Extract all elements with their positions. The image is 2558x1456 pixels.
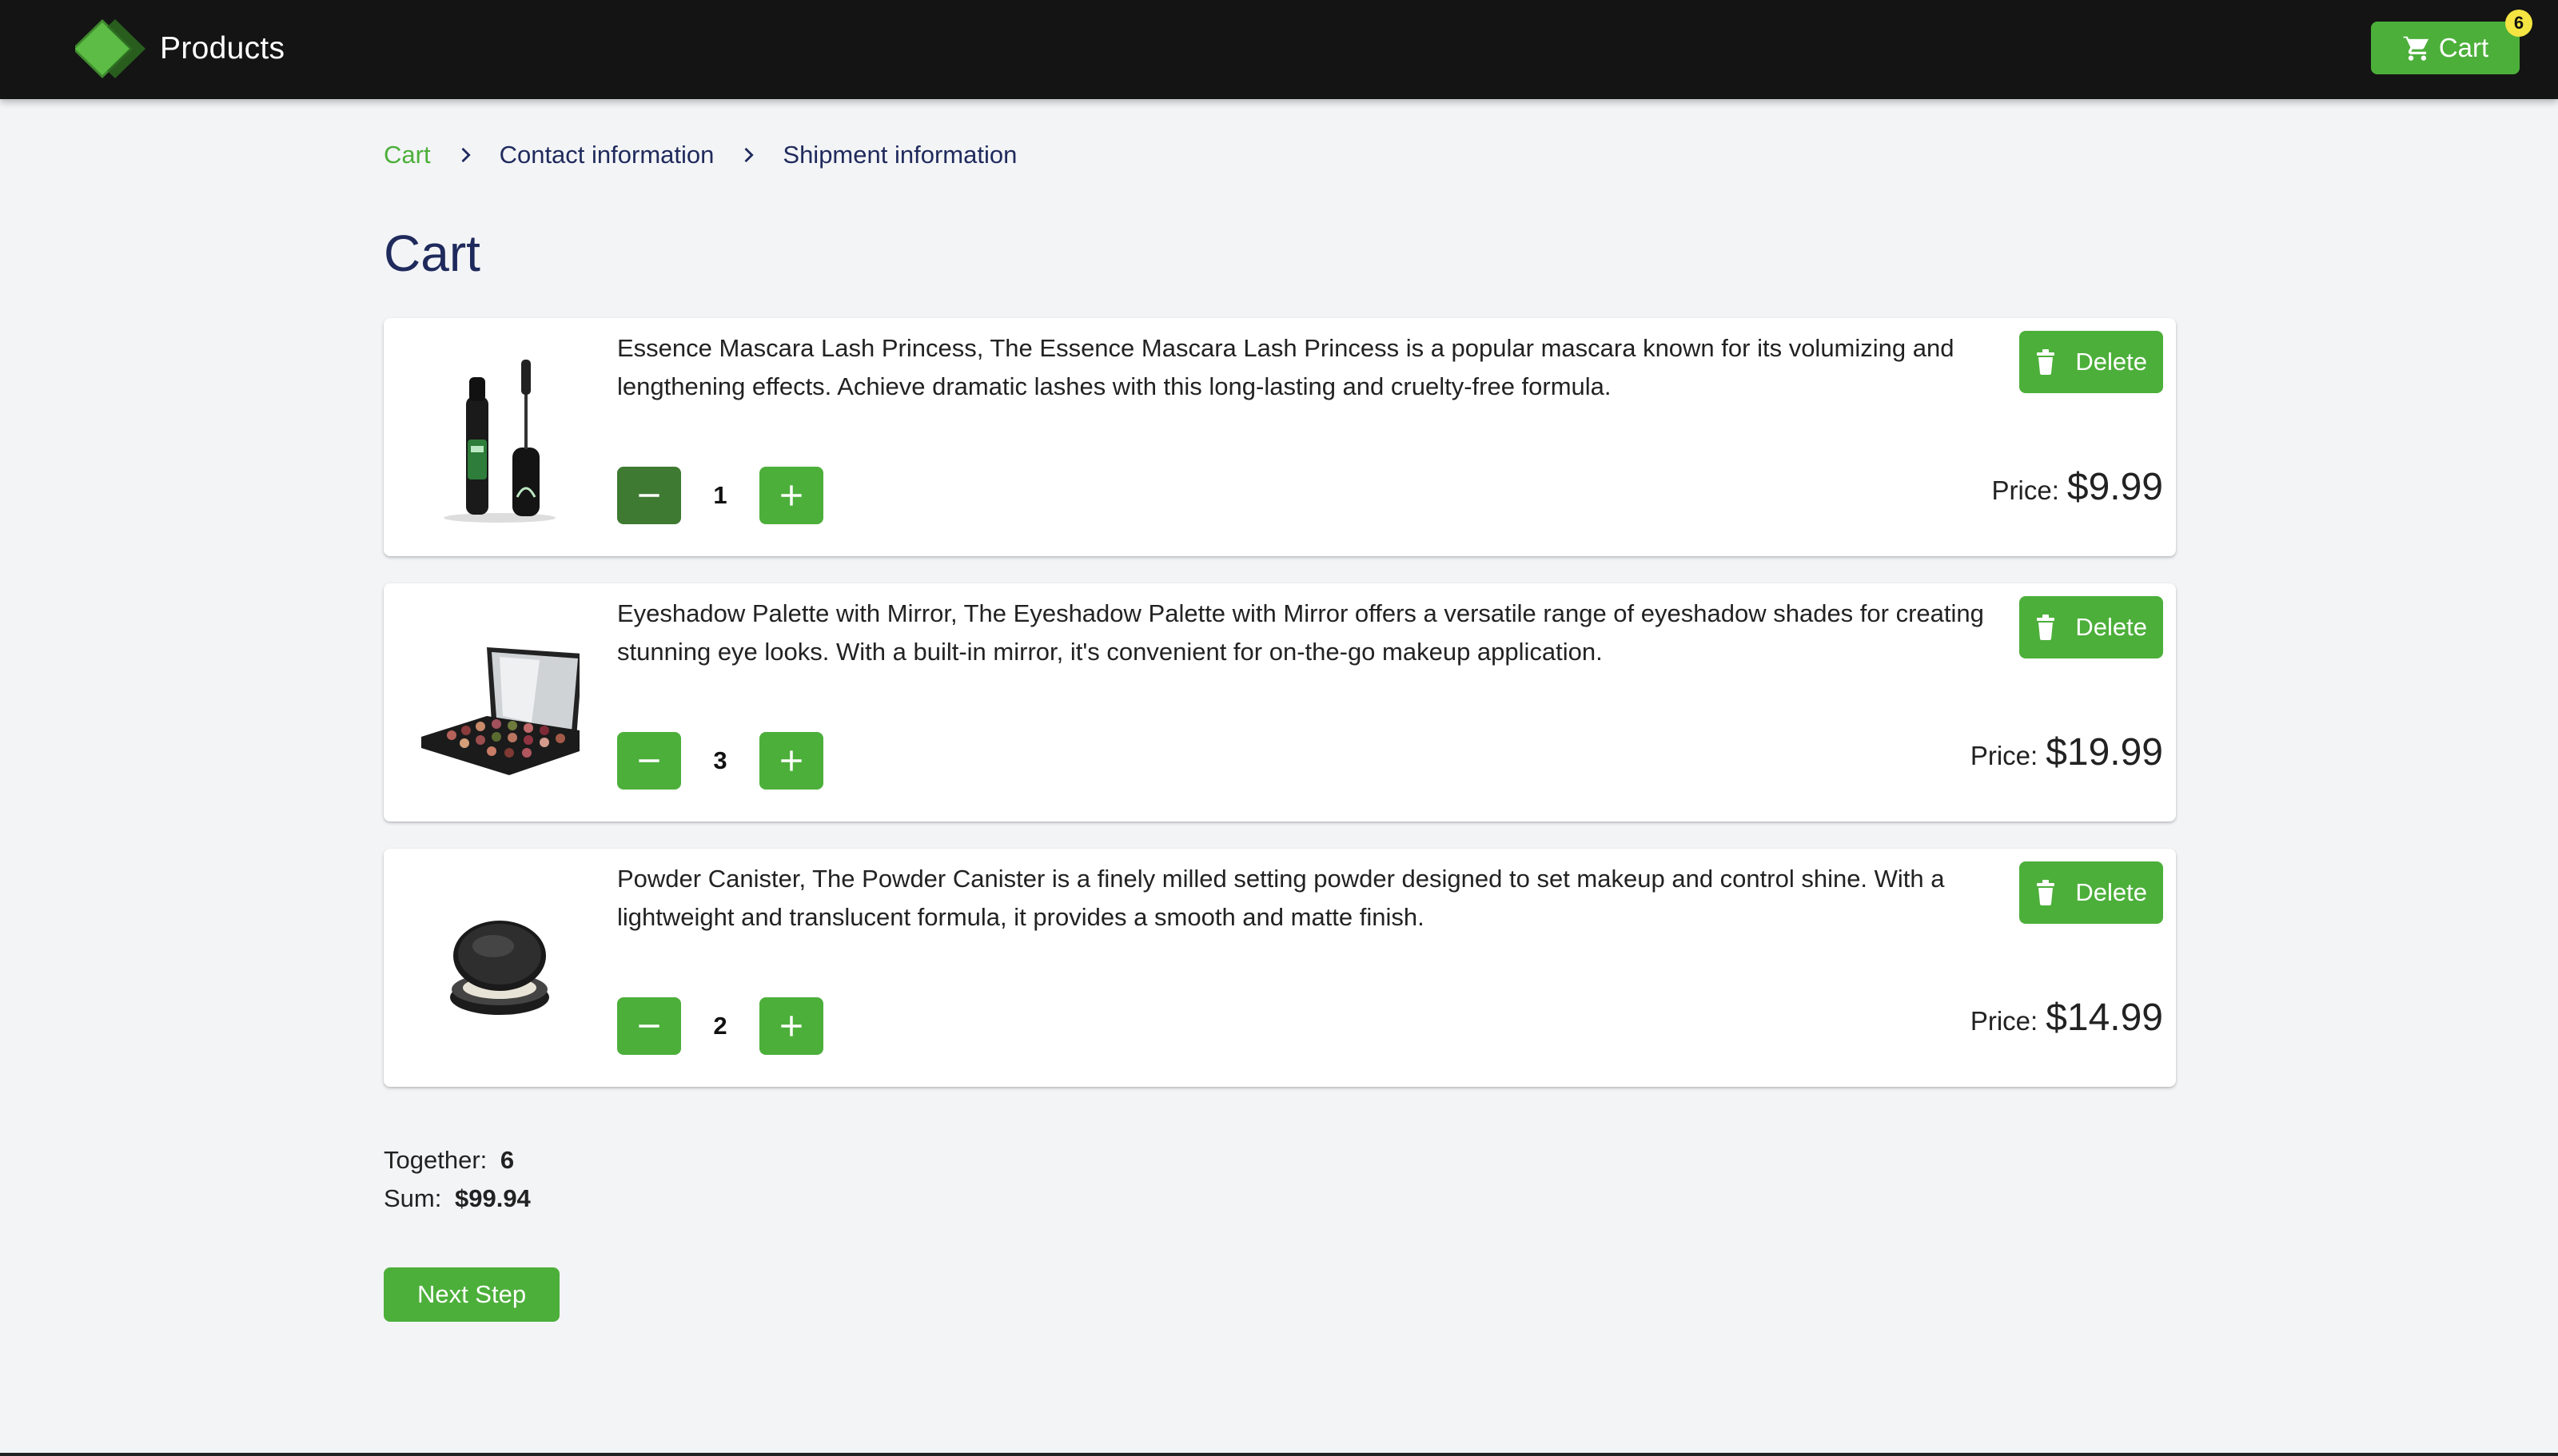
cart-button[interactable]: Cart — [2371, 22, 2520, 74]
quantity-stepper: 1 — [617, 467, 823, 524]
delete-item-button[interactable]: Delete — [2019, 331, 2163, 393]
delete-label: Delete — [2075, 878, 2147, 906]
breadcrumb-shipment-information[interactable]: Shipment information — [783, 141, 1017, 169]
decrease-quantity-button[interactable] — [617, 732, 681, 790]
price-amount: $9.99 — [2066, 466, 2163, 508]
trash-icon — [2037, 349, 2055, 375]
product-image — [416, 607, 584, 798]
together-label: Together: — [384, 1146, 488, 1174]
cart-item: Eyeshadow Palette with Mirror, The Eyesh… — [384, 583, 2176, 821]
breadcrumb-contact-information[interactable]: Contact information — [500, 141, 715, 169]
quantity-value: 3 — [713, 746, 727, 774]
mascara-image — [444, 360, 556, 523]
delete-item-button[interactable]: Delete — [2019, 861, 2163, 924]
product-image — [416, 873, 584, 1063]
eyeshadow-palette-image — [421, 647, 580, 775]
increase-quantity-button[interactable] — [759, 997, 823, 1055]
sum-label: Sum: — [384, 1184, 442, 1212]
sum-value: $99.94 — [454, 1184, 531, 1212]
price-label: Price: — [1991, 475, 2059, 505]
price-amount: $14.99 — [2046, 997, 2163, 1039]
product-description: Eyeshadow Palette with Mirror, The Eyesh… — [617, 599, 1984, 666]
cart-item-list: Essence Mascara Lash Princess, The Essen… — [384, 318, 2176, 1114]
minus-icon — [639, 759, 659, 762]
checkout-breadcrumb: Cart Contact information Shipment inform… — [384, 141, 1017, 169]
products-home-link[interactable]: Products — [75, 18, 285, 80]
product-description: Essence Mascara Lash Princess, The Essen… — [617, 334, 1954, 400]
cart-item: Powder Canister, The Powder Canister is … — [384, 849, 2176, 1087]
increase-quantity-button[interactable] — [759, 732, 823, 790]
product-image — [416, 342, 584, 532]
item-price: Price: $9.99 — [1992, 465, 2163, 509]
item-price: Price: $19.99 — [1970, 730, 2163, 774]
delete-label: Delete — [2075, 348, 2147, 376]
chevron-right-icon — [736, 143, 760, 167]
plus-icon — [781, 485, 802, 506]
cart-count-badge: 6 — [2505, 10, 2532, 37]
cart-totals: Together: 6 Sum: $99.94 — [384, 1141, 531, 1218]
decrease-quantity-button[interactable] — [617, 467, 681, 524]
price-label: Price: — [1970, 741, 2038, 770]
price-amount: $19.99 — [2046, 731, 2163, 774]
together-value: 6 — [500, 1146, 515, 1174]
quantity-value: 1 — [713, 481, 727, 509]
item-price: Price: $14.99 — [1970, 996, 2163, 1040]
plus-icon — [781, 750, 802, 771]
price-label: Price: — [1970, 1006, 2038, 1036]
next-step-button[interactable]: Next Step — [384, 1267, 560, 1322]
page-title: Cart — [384, 225, 480, 282]
quantity-stepper: 2 — [617, 997, 823, 1055]
sum-row: Sum: $99.94 — [384, 1180, 531, 1218]
breadcrumb-cart[interactable]: Cart — [384, 141, 431, 169]
together-row: Together: 6 — [384, 1141, 531, 1180]
page-bottom-border — [0, 1453, 2558, 1456]
cart-item: Essence Mascara Lash Princess, The Essen… — [384, 318, 2176, 556]
plus-icon — [781, 1016, 802, 1036]
chevron-right-icon — [453, 143, 477, 167]
delete-item-button[interactable]: Delete — [2019, 596, 2163, 658]
quantity-stepper: 3 — [617, 732, 823, 790]
minus-icon — [639, 494, 659, 497]
trash-icon — [2037, 880, 2055, 905]
quantity-value: 2 — [713, 1012, 727, 1040]
delete-label: Delete — [2075, 613, 2147, 641]
trash-icon — [2037, 615, 2055, 640]
brand-logo-icon — [75, 19, 145, 78]
decrease-quantity-button[interactable] — [617, 997, 681, 1055]
minus-icon — [639, 1024, 659, 1028]
product-description: Powder Canister, The Powder Canister is … — [617, 865, 1945, 931]
top-navigation-bar: Products Cart 6 — [0, 0, 2558, 99]
shopping-cart-icon — [2403, 35, 2429, 61]
increase-quantity-button[interactable] — [759, 467, 823, 524]
powder-canister-image — [450, 921, 549, 1015]
cart-button-label: Cart — [2438, 33, 2489, 62]
brand-label: Products — [160, 31, 285, 66]
